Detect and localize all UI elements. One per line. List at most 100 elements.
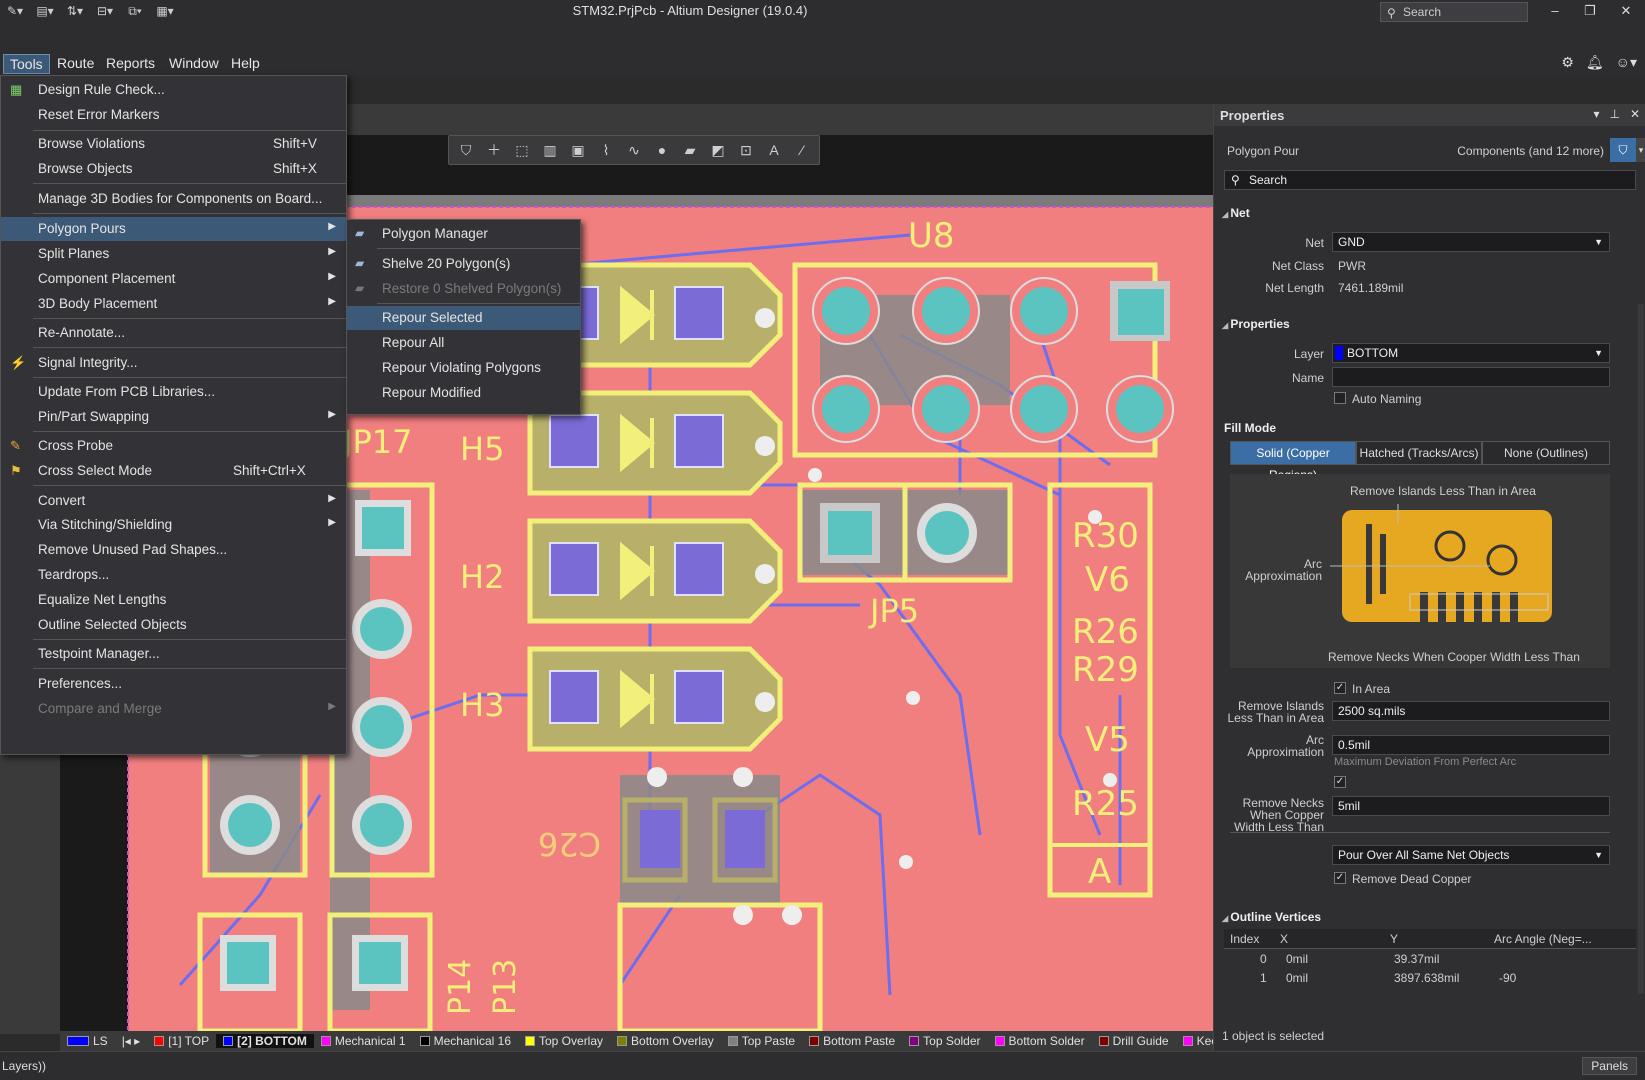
submenu-item-repour-all[interactable]: Repour All bbox=[347, 331, 580, 355]
remove-necks-checkbox[interactable]: ✓ bbox=[1334, 776, 1346, 788]
menu-item-remove-unused-pad-shapes[interactable]: Remove Unused Pad Shapes... bbox=[1, 538, 346, 562]
dimension-tool-icon[interactable]: ⊡ bbox=[735, 139, 757, 161]
submenu-item-repour-selected[interactable]: Repour Selected bbox=[347, 306, 580, 330]
layer-tab-top-paste[interactable]: Top Paste bbox=[721, 1034, 802, 1048]
layer-nav[interactable]: |◂ ▸ bbox=[115, 1034, 148, 1048]
bell-icon[interactable]: 🔔︎ bbox=[1586, 54, 1604, 71]
layer-set-tab[interactable]: LS bbox=[60, 1034, 115, 1048]
outline-vertices-section[interactable]: Outline Vertices bbox=[1222, 910, 1321, 924]
restore-button[interactable]: ❐ bbox=[1578, 3, 1602, 21]
properties-search-input[interactable]: ⚲ Search bbox=[1224, 170, 1636, 190]
net-select[interactable]: GND ▼ bbox=[1332, 232, 1610, 252]
panel-close-icon[interactable]: ✕ bbox=[1630, 107, 1640, 121]
auto-naming-checkbox[interactable] bbox=[1334, 392, 1346, 404]
necks-input[interactable]: 5mil bbox=[1332, 796, 1610, 816]
col-y[interactable]: Y bbox=[1390, 932, 1398, 946]
fill-none-button[interactable]: None (Outlines) bbox=[1482, 441, 1610, 465]
menu-item-teardrops[interactable]: Teardrops... bbox=[1, 563, 346, 587]
text-icon[interactable]: A bbox=[763, 139, 785, 161]
layer-tab-top-overlay[interactable]: Top Overlay bbox=[518, 1034, 610, 1048]
fill-hatched-button[interactable]: Hatched (Tracks/Arcs) bbox=[1356, 441, 1482, 465]
table-row[interactable]: 1 0mil 3897.638mil -90 bbox=[1224, 969, 1636, 988]
layer-tab-bottom-solder[interactable]: Bottom Solder bbox=[988, 1034, 1092, 1048]
region-icon[interactable]: ◩ bbox=[707, 139, 729, 161]
title-search-input[interactable]: ⚲ Search bbox=[1380, 2, 1528, 22]
menu-item-browse-objects[interactable]: Browse Objects Shift+X bbox=[1, 157, 346, 181]
pour-over-select[interactable]: Pour Over All Same Net Objects ▼ bbox=[1332, 845, 1610, 865]
menu-window[interactable]: Window bbox=[163, 54, 225, 72]
panels-button[interactable]: Panels bbox=[1582, 1057, 1637, 1075]
layer-tab-top[interactable]: [1] TOP bbox=[147, 1034, 216, 1048]
col-index[interactable]: Index bbox=[1230, 932, 1259, 946]
menu-item-equalize-net-lengths[interactable]: Equalize Net Lengths bbox=[1, 588, 346, 612]
user-icon[interactable]: ☺▾ bbox=[1616, 54, 1637, 71]
close-button[interactable]: ✕ bbox=[1614, 3, 1638, 21]
menu-item-manage-3d-bodies[interactable]: Manage 3D Bodies for Components on Board… bbox=[1, 187, 346, 211]
menu-item-preferences[interactable]: Preferences... bbox=[1, 672, 346, 696]
table-row[interactable]: 0 0mil 39.37mil bbox=[1224, 950, 1636, 969]
menu-item-testpoint-manager[interactable]: Testpoint Manager... bbox=[1, 642, 346, 666]
menu-item-component-placement[interactable]: Component Placement ▶ bbox=[1, 267, 346, 291]
align-tool-icon[interactable]: ▥ bbox=[539, 139, 561, 161]
filter-dropdown-icon[interactable]: ▾ bbox=[1636, 138, 1645, 162]
via-icon[interactable]: ● bbox=[651, 139, 673, 161]
pin-icon[interactable]: ⊥ bbox=[1609, 107, 1619, 121]
menu-item-signal-integrity[interactable]: ⚡ Signal Integrity... bbox=[1, 351, 346, 375]
in-area-checkbox[interactable]: ✓ bbox=[1334, 682, 1346, 694]
menu-tools[interactable]: Tools bbox=[3, 54, 50, 74]
layer-tab-keepout[interactable]: Keep- bbox=[1176, 1034, 1213, 1048]
menu-item-cross-select-mode[interactable]: ⚑ Cross Select Mode Shift+Ctrl+X bbox=[1, 459, 346, 483]
menu-item-update-from-pcb-libraries[interactable]: Update From PCB Libraries... bbox=[1, 380, 346, 404]
submenu-item-repour-modified[interactable]: Repour Modified bbox=[347, 381, 580, 405]
layer-tab-bottom-paste[interactable]: Bottom Paste bbox=[802, 1034, 902, 1048]
menu-item-3d-body-placement[interactable]: 3D Body Placement ▶ bbox=[1, 292, 346, 316]
name-input[interactable] bbox=[1332, 367, 1610, 387]
diff-pair-icon[interactable]: ∿ bbox=[623, 139, 645, 161]
filter-icon[interactable]: ⛉ bbox=[455, 139, 477, 161]
minimize-button[interactable]: – bbox=[1543, 3, 1567, 21]
menu-item-browse-violations[interactable]: Browse Violations Shift+V bbox=[1, 132, 346, 156]
layer-tab-drill-guide[interactable]: Drill Guide bbox=[1092, 1034, 1176, 1048]
menu-item-via-stitching[interactable]: Via Stitching/Shielding ▶ bbox=[1, 513, 346, 537]
menu-item-design-rule-check[interactable]: ▦ Design Rule Check... bbox=[1, 78, 346, 102]
menu-item-convert[interactable]: Convert ▶ bbox=[1, 489, 346, 513]
layer-tab-bottom-overlay[interactable]: Bottom Overlay bbox=[610, 1034, 721, 1048]
layer-select[interactable]: BOTTOM ▼ bbox=[1332, 343, 1610, 363]
menu-help[interactable]: Help bbox=[225, 54, 266, 72]
layer-tab-bottom[interactable]: [2] BOTTOM bbox=[216, 1034, 314, 1048]
fill-solid-button[interactable]: Solid (Copper Regions) bbox=[1230, 441, 1356, 482]
layer-tab-mechanical-16[interactable]: Mechanical 16 bbox=[413, 1034, 518, 1048]
route-track-icon[interactable]: ⌇ bbox=[595, 139, 617, 161]
menu-item-reset-error-markers[interactable]: Reset Error Markers bbox=[1, 103, 346, 127]
fill-icon[interactable]: ▰ bbox=[679, 139, 701, 161]
panel-scrollbar[interactable] bbox=[1638, 304, 1644, 994]
selection-filter-label[interactable]: Components (and 12 more) bbox=[1434, 144, 1604, 158]
menu-item-cross-probe[interactable]: ✎ Cross Probe bbox=[1, 434, 346, 458]
menu-item-pin-part-swapping[interactable]: Pin/Part Swapping ▶ bbox=[1, 405, 346, 429]
menu-reports[interactable]: Reports bbox=[100, 54, 161, 72]
gear-icon[interactable]: ⚙ bbox=[1561, 54, 1574, 71]
layer-tab-mechanical-1[interactable]: Mechanical 1 bbox=[314, 1034, 413, 1048]
net-section[interactable]: Net bbox=[1222, 206, 1249, 220]
filter-button[interactable]: ⛉ bbox=[1610, 138, 1636, 162]
menu-item-polygon-pours[interactable]: Polygon Pours ▶ bbox=[1, 217, 346, 241]
menu-item-split-planes[interactable]: Split Planes ▶ bbox=[1, 242, 346, 266]
panel-menu-icon[interactable]: ▾ bbox=[1593, 107, 1599, 121]
menu-item-outline-selected-objects[interactable]: Outline Selected Objects bbox=[1, 613, 346, 637]
submenu-item-shelve-polygons[interactable]: ▰ Shelve 20 Polygon(s) bbox=[347, 252, 580, 276]
col-x[interactable]: X bbox=[1280, 932, 1288, 946]
line-icon[interactable]: ⁄ bbox=[791, 139, 813, 161]
arc-approx-input[interactable]: 0.5mil bbox=[1332, 735, 1610, 755]
properties-section[interactable]: Properties bbox=[1222, 317, 1289, 331]
submenu-item-polygon-manager[interactable]: ▰ Polygon Manager bbox=[347, 222, 580, 246]
islands-input[interactable]: 2500 sq.mils bbox=[1332, 701, 1610, 721]
remove-dead-copper-checkbox[interactable]: ✓ bbox=[1334, 872, 1346, 884]
cross-icon[interactable]: ＋ bbox=[483, 139, 505, 161]
component-icon[interactable]: ▣ bbox=[567, 139, 589, 161]
menu-item-re-annotate[interactable]: Re-Annotate... bbox=[1, 321, 346, 345]
submenu-item-repour-violating[interactable]: Repour Violating Polygons bbox=[347, 356, 580, 380]
menu-route[interactable]: Route bbox=[51, 54, 100, 72]
select-rect-icon[interactable]: ⬚ bbox=[511, 139, 533, 161]
col-arc-angle[interactable]: Arc Angle (Neg=... bbox=[1494, 932, 1592, 946]
layer-tab-top-solder[interactable]: Top Solder bbox=[902, 1034, 987, 1048]
